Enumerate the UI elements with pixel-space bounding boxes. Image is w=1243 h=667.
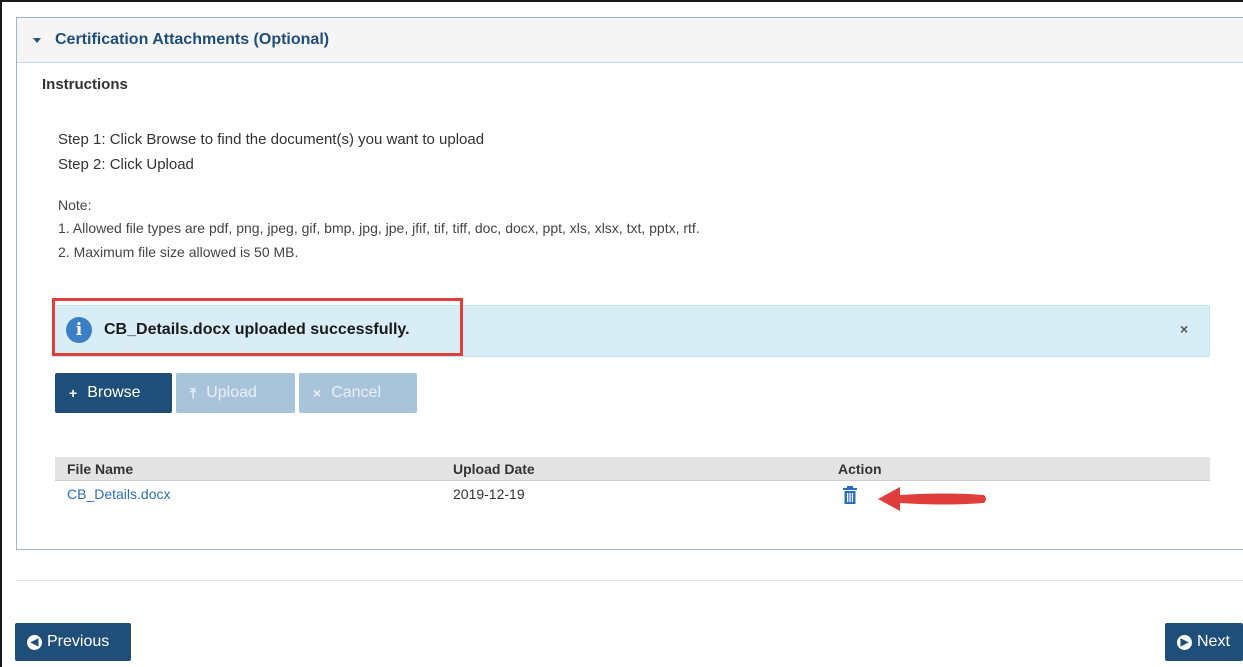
browse-button[interactable]: + Browse: [55, 373, 172, 413]
upload-date-cell: 2019-12-19: [453, 486, 525, 502]
note-label: Note:: [58, 197, 92, 213]
cancel-button-label: Cancel: [331, 384, 381, 401]
cancel-icon: ×: [313, 385, 322, 401]
plus-icon: +: [69, 385, 78, 401]
note-allowed-file-types: 1. Allowed file types are pdf, png, jpeg…: [58, 220, 700, 236]
column-header-upload-date: Upload Date: [453, 461, 535, 477]
collapse-caret-icon[interactable]: [33, 37, 41, 43]
file-name-link[interactable]: CB_Details.docx: [67, 486, 171, 502]
note-max-file-size: 2. Maximum file size allowed is 50 MB.: [58, 244, 299, 260]
next-button[interactable]: ▶ Next: [1165, 623, 1243, 661]
upload-button[interactable]: ⤒ Upload: [176, 373, 295, 413]
info-icon: i: [66, 317, 92, 343]
chevron-left-icon: ◀: [27, 634, 42, 650]
upload-button-label: Upload: [206, 384, 257, 401]
chevron-right-icon: ▶: [1177, 634, 1192, 650]
alert-close-icon[interactable]: ×: [1180, 321, 1188, 337]
instruction-step-2: Step 2: Click Upload: [58, 156, 194, 173]
panel-title: Certification Attachments (Optional): [55, 31, 330, 48]
cancel-button[interactable]: × Cancel: [299, 373, 417, 413]
alert-message: CB_Details.docx uploaded successfully.: [104, 321, 410, 338]
previous-button-label: Previous: [47, 633, 110, 650]
previous-button[interactable]: ◀ Previous: [15, 623, 131, 661]
panel-header[interactable]: Certification Attachments (Optional): [17, 18, 1243, 63]
column-header-action: Action: [838, 461, 882, 477]
next-button-label: Next: [1197, 633, 1230, 650]
table-header-row: [55, 457, 1210, 481]
trash-icon[interactable]: [843, 486, 857, 509]
browse-button-label: Browse: [87, 384, 141, 401]
footer-divider: [16, 580, 1243, 581]
upload-icon: ⤒: [190, 384, 197, 401]
instructions-title: Instructions: [42, 76, 128, 93]
column-header-file-name: File Name: [67, 461, 134, 477]
instruction-step-1: Step 1: Click Browse to find the documen…: [58, 131, 485, 148]
annotation-arrow-icon: [876, 484, 990, 519]
